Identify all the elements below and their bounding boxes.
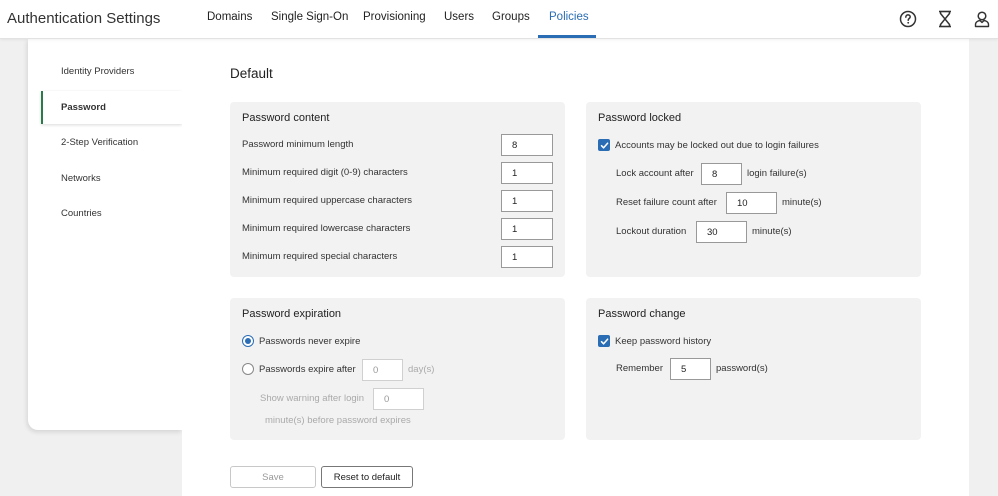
active-tab-indicator — [538, 35, 596, 38]
user-icon[interactable] — [971, 8, 993, 30]
field-label: Minimum required lowercase characters — [242, 223, 411, 234]
min-digit-input[interactable] — [501, 162, 553, 184]
sidebar-item-countries[interactable]: Countries — [41, 197, 182, 230]
sidebar-item-password[interactable]: Password — [41, 91, 182, 124]
warning-suffix: minute(s) before password expires — [265, 415, 411, 426]
sidebar-item-networks[interactable]: Networks — [41, 162, 182, 195]
remember-label: Remember — [616, 363, 663, 374]
field-label: Minimum required uppercase characters — [242, 195, 413, 206]
never-expire-radio[interactable] — [242, 335, 254, 347]
lock-after-label: Lock account after — [616, 168, 694, 179]
tab-policies[interactable]: Policies — [549, 11, 589, 23]
password-content-panel: Password content Password minimum length… — [230, 102, 565, 277]
expire-after-radio[interactable] — [242, 363, 254, 375]
panel-title: Password content — [242, 112, 330, 124]
password-change-panel: Password change Keep password history Re… — [586, 298, 921, 440]
field-label: Password minimum length — [242, 139, 354, 150]
password-locked-panel: Password locked Accounts may be locked o… — [586, 102, 921, 277]
reset-count-label: Reset failure count after — [616, 197, 717, 208]
warning-minutes-input[interactable] — [373, 388, 424, 410]
tab-groups[interactable]: Groups — [492, 11, 530, 23]
min-lowercase-input[interactable] — [501, 218, 553, 240]
panel-title: Password locked — [598, 112, 682, 124]
expire-after-label: Passwords expire after — [259, 364, 356, 375]
field-label: Minimum required special characters — [242, 251, 398, 262]
min-uppercase-input[interactable] — [501, 190, 553, 212]
page-title: Default — [230, 66, 273, 81]
min-special-input[interactable] — [501, 246, 553, 268]
lockout-duration-label: Lockout duration — [616, 226, 687, 237]
lock-after-input[interactable] — [701, 163, 742, 185]
hourglass-icon[interactable] — [934, 8, 956, 30]
history-checkbox-label: Keep password history — [615, 336, 712, 347]
tab-single-sign-on[interactable]: Single Sign-On — [271, 11, 348, 23]
reset-count-unit: minute(s) — [782, 197, 822, 208]
lockout-checkbox[interactable] — [598, 139, 610, 151]
reset-count-input[interactable] — [726, 192, 777, 214]
sidebar-item-2-step-verification[interactable]: 2-Step Verification — [41, 126, 182, 159]
lockout-duration-unit: minute(s) — [752, 226, 792, 237]
min-length-input[interactable] — [501, 134, 553, 156]
expire-days-input[interactable] — [362, 359, 403, 381]
field-label: Minimum required digit (0-9) characters — [242, 167, 408, 178]
expire-days-unit: day(s) — [408, 364, 435, 375]
reset-to-default-button[interactable]: Reset to default — [321, 466, 413, 488]
never-expire-label: Passwords never expire — [259, 336, 361, 347]
remember-count-input[interactable] — [670, 358, 711, 380]
tab-users[interactable]: Users — [444, 11, 474, 23]
warning-label: Show warning after login — [260, 393, 365, 404]
tab-domains[interactable]: Domains — [207, 11, 252, 23]
sidebar: Identity Providers Password 2-Step Verif… — [28, 39, 182, 430]
tab-provisioning[interactable]: Provisioning — [363, 11, 426, 23]
help-circle-icon[interactable] — [897, 8, 919, 30]
lockout-checkbox-label: Accounts may be locked out due to login … — [615, 140, 819, 151]
history-checkbox[interactable] — [598, 335, 610, 347]
lockout-duration-input[interactable] — [696, 221, 747, 243]
panel-title: Password change — [598, 308, 686, 320]
sidebar-item-identity-providers[interactable]: Identity Providers — [41, 55, 182, 88]
app-title: Authentication Settings — [7, 10, 161, 27]
password-expiration-panel: Password expiration Passwords never expi… — [230, 298, 565, 440]
save-button[interactable]: Save — [230, 466, 316, 488]
remember-unit: password(s) — [716, 363, 768, 374]
panel-title: Password expiration — [242, 308, 342, 320]
lock-after-unit: login failure(s) — [747, 168, 807, 179]
main-content: Default Password content Password minimu… — [182, 39, 969, 496]
top-bar: Authentication Settings Domains Single S… — [0, 0, 998, 39]
